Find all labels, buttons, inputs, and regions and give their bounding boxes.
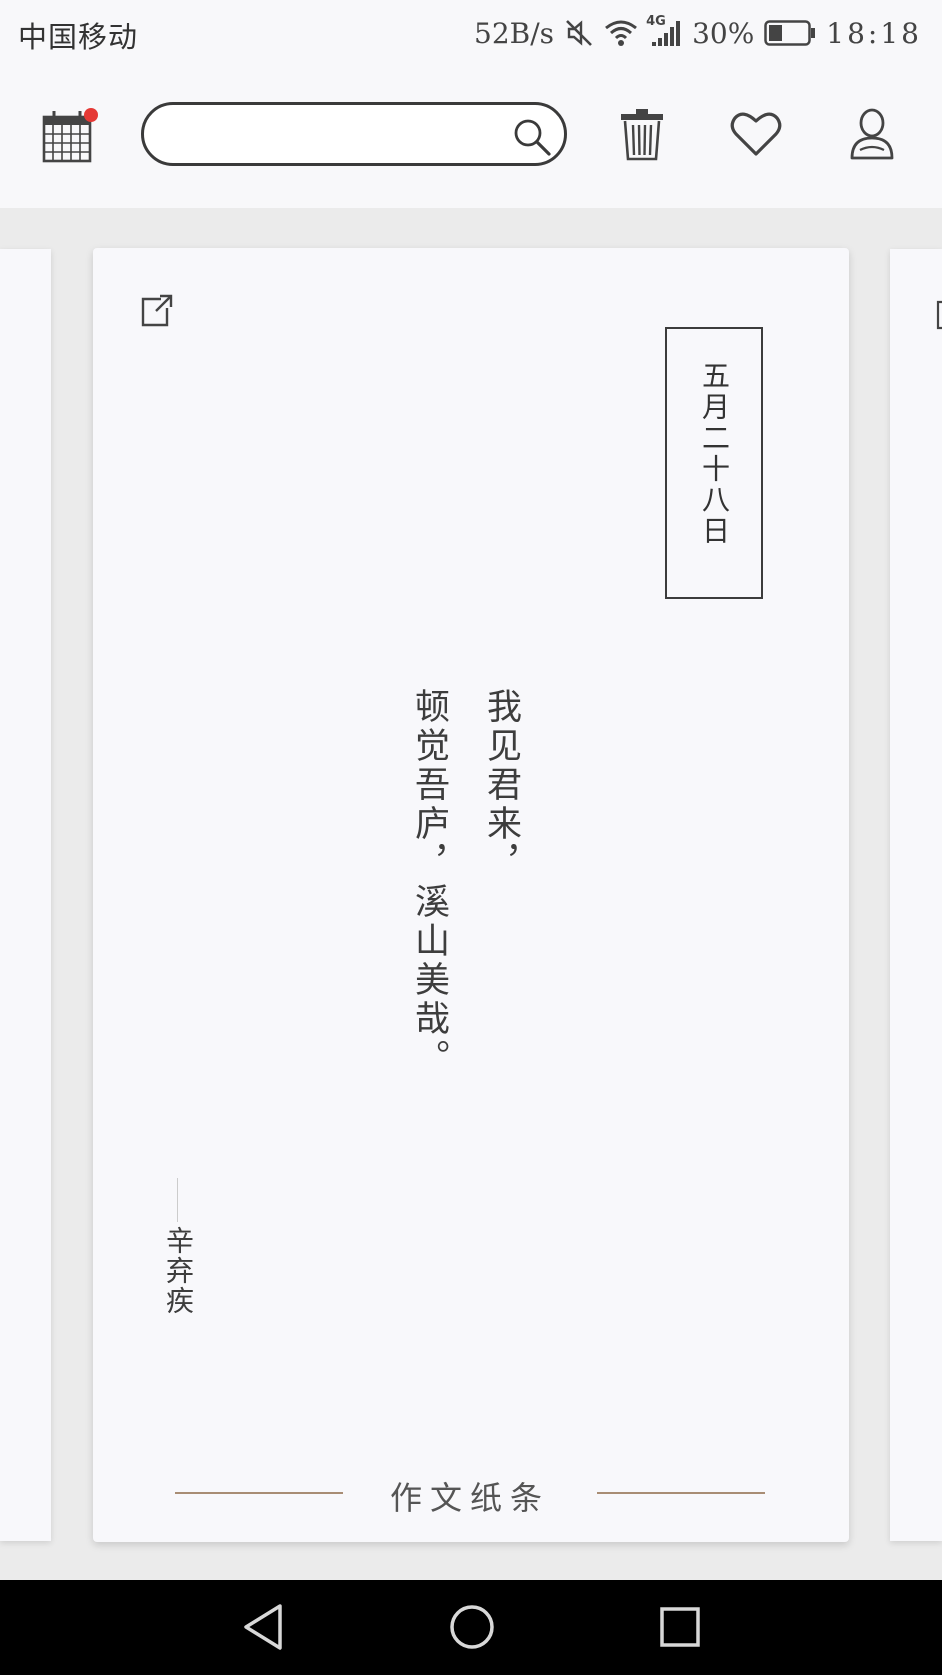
calendar-button[interactable]	[38, 106, 100, 166]
date-text: 五月二十八日	[698, 361, 731, 547]
profile-button[interactable]	[844, 104, 900, 164]
heart-icon	[730, 112, 782, 156]
home-icon[interactable]	[448, 1602, 496, 1656]
net-speed: 52B/s	[474, 16, 555, 50]
mute-icon	[564, 18, 594, 48]
next-card[interactable]	[890, 249, 942, 1541]
search-icon[interactable]	[512, 117, 552, 161]
poem-line: 我见君来，	[481, 688, 521, 883]
trash-icon	[621, 109, 663, 161]
signal-icon: 4G	[646, 14, 682, 48]
search-bar[interactable]	[141, 102, 567, 166]
trash-button[interactable]	[614, 104, 670, 164]
carrier-name: 中国移动	[18, 20, 139, 54]
back-icon[interactable]	[240, 1602, 286, 1656]
network-type: 4G	[646, 14, 666, 29]
toolbar	[0, 70, 942, 208]
footer-rule-right	[597, 1492, 765, 1494]
favorite-button[interactable]	[726, 106, 786, 162]
recents-icon[interactable]	[658, 1602, 702, 1656]
profile-icon	[850, 108, 894, 160]
author-divider	[177, 1178, 178, 1222]
previous-card[interactable]	[0, 249, 51, 1541]
card-footer: 作文纸条	[175, 1468, 765, 1518]
calendar-icon	[42, 108, 98, 163]
quote-card[interactable]: 五月二十八日 我见君来， 顿觉吾庐，溪山美哉。 辛弃疾 作文纸条	[93, 248, 849, 1542]
poem-line: 顿觉吾庐，溪山美哉。	[409, 688, 449, 1078]
brand-label: 作文纸条	[389, 1479, 550, 1517]
share-icon	[936, 300, 942, 330]
search-input[interactable]	[168, 113, 492, 157]
navigation-bar	[0, 1580, 942, 1675]
date-box: 五月二十八日	[665, 327, 763, 599]
battery-percent: 30%	[692, 16, 755, 50]
wifi-icon	[604, 19, 638, 47]
author-name: 辛弃疾	[162, 1226, 195, 1316]
poem-text: 我见君来， 顿觉吾庐，溪山美哉。	[393, 688, 537, 1448]
clock: 18:18	[826, 16, 922, 50]
battery-icon	[764, 20, 816, 46]
status-indicators: 52B/s 4G 30% 18:18	[474, 14, 922, 52]
status-bar: 中国移动 52B/s 4G 30% 18:18	[0, 0, 942, 70]
share-icon[interactable]	[139, 294, 173, 332]
